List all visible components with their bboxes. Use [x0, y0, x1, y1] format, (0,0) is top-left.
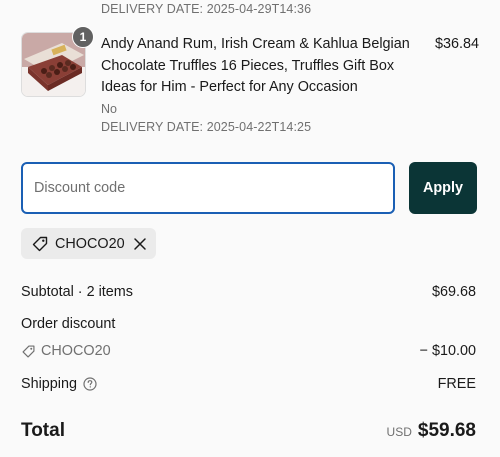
line-item-details: Andy Anand Rum, Irish Cream & Kahlua Bel… [101, 34, 426, 134]
discount-code-form: Apply [21, 162, 477, 214]
total-row: Total USD $59.68 [21, 420, 476, 442]
shipping-row: Shipping FREE [21, 376, 476, 392]
total-amount: $59.68 [417, 420, 476, 441]
summary-discount-code: CHOCO20 [41, 343, 111, 359]
discount-value: − $10.00 [419, 343, 476, 359]
close-icon[interactable] [133, 237, 147, 251]
applied-discount-chip: CHOCO20 [21, 228, 156, 259]
shipping-value: FREE [437, 376, 476, 392]
tag-icon [21, 344, 36, 359]
order-summary: DELIVERY DATE: 2025-04-29T14:36 1 Andy A… [0, 0, 500, 457]
product-price: $36.84 [434, 36, 479, 52]
product-option: No [101, 101, 117, 116]
product-delivery-date: DELIVERY DATE: 2025-04-22T14:25 [101, 119, 312, 134]
total-label: Total [21, 420, 65, 441]
subtotal-label: Subtotal · 2 items [21, 284, 133, 300]
order-discount-label: Order discount [21, 316, 116, 332]
discount-code-input[interactable] [21, 162, 395, 214]
shipping-label: Shipping [21, 376, 78, 392]
subtotal-value: $69.68 [431, 284, 476, 300]
product-title: Andy Anand Rum, Irish Cream & Kahlua Bel… [101, 36, 410, 95]
subtotal-row: Subtotal · 2 items $69.68 [21, 284, 476, 300]
applied-discount-code: CHOCO20 [55, 235, 125, 252]
previous-item-delivery-date: DELIVERY DATE: 2025-04-29T14:36 [101, 2, 312, 16]
total-currency: USD [386, 425, 412, 439]
apply-button[interactable]: Apply [409, 162, 477, 214]
help-circle-icon[interactable] [83, 377, 97, 391]
discount-code-row: CHOCO20 − $10.00 [21, 343, 476, 359]
order-discount-row: Order discount [21, 316, 476, 332]
quantity-badge: 1 [72, 26, 94, 48]
tag-icon [31, 235, 49, 253]
